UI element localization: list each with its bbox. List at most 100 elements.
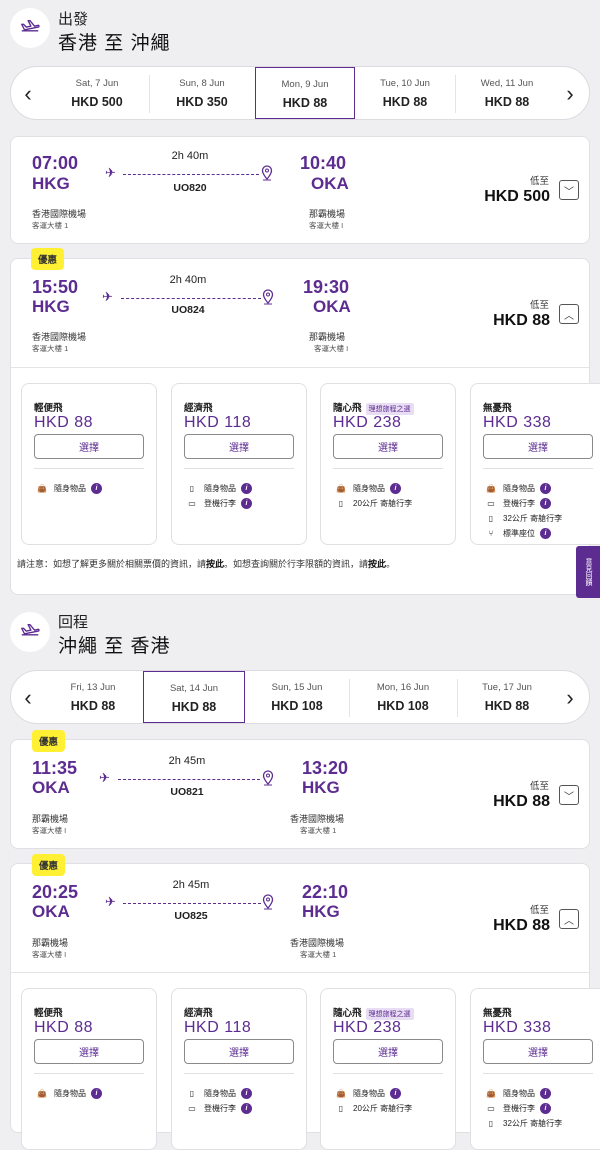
personal-item-bag-icon: 👜	[486, 1088, 496, 1098]
location-pin-icon	[261, 165, 273, 186]
location-pin-icon	[262, 770, 274, 791]
departure-airport: 香港國際機場	[32, 332, 87, 342]
next-date-arrow[interactable]: ›	[555, 67, 585, 119]
info-icon[interactable]: i	[91, 482, 102, 494]
fare-option-premium: 無憂飛 HKD 338 選擇 👜 隨身物品 i ▭ 登機行李 i ▯ 32公斤 寄艙行李	[470, 988, 600, 1150]
date-option-selected[interactable]: Mon, 9 Jun HKD 88	[255, 67, 355, 119]
flight-duration: 2h 40m	[169, 274, 207, 286]
flight-card-expanded: 優惠 20:25 OKA 2h 45m ✈ UO825 22:10 HKG 那霸…	[10, 854, 600, 1150]
seat-icon: ⑂	[488, 528, 494, 538]
departure-terminal: 客運大樓 I	[32, 950, 67, 959]
outbound-route: 香港 至 沖繩	[58, 33, 171, 54]
arrival-code: OKA	[311, 174, 349, 193]
date-option[interactable]: Tue, 10 Jun HKD 88	[355, 67, 455, 119]
flight-duration: 2h 40m	[171, 150, 209, 162]
arrival-airport: 那霸機場	[309, 332, 346, 342]
flight-card[interactable]: 優惠 11:35 OKA 2h 45m ✈ UO821 13:20 HKG 那霸…	[10, 730, 590, 849]
carry-on-luggage-icon: ▭	[188, 498, 196, 508]
info-icon[interactable]: i	[390, 1087, 401, 1099]
personal-item-bag-icon: 👜	[336, 1088, 346, 1098]
feedback-tab[interactable]: 意見回饋	[576, 546, 600, 598]
lowest-price: HKD 88	[493, 312, 550, 329]
info-icon[interactable]: i	[540, 497, 551, 509]
fare-info-link[interactable]: 按此	[206, 559, 224, 569]
fare-price: HKD 118	[184, 1019, 252, 1036]
outbound-section-label: 出發	[58, 11, 89, 28]
personal-item-bag-icon: 👜	[37, 1088, 47, 1098]
select-button[interactable]: 選擇	[333, 1039, 443, 1064]
fare-option-light: 輕便飛 HKD 88 選擇 👜 隨身物品 i	[21, 383, 157, 545]
date-option[interactable]: Mon, 16 Jun HKD 108	[351, 671, 455, 723]
departure-airport: 那霸機場	[32, 814, 69, 824]
select-button[interactable]: 選擇	[333, 434, 443, 459]
arrival-time: 10:40	[300, 153, 347, 173]
fare-price: HKD 238	[333, 414, 402, 431]
date-option[interactable]: Tue, 17 Jun HKD 88	[457, 671, 557, 723]
info-icon[interactable]: i	[540, 527, 551, 539]
select-button[interactable]: 選擇	[34, 434, 144, 459]
arrival-time: 13:20	[302, 758, 349, 778]
departure-terminal: 客運大樓 I	[32, 826, 67, 835]
expand-chevron-icon[interactable]: ﹀	[559, 180, 579, 200]
fare-option-economy: 經濟飛 HKD 118 選擇 ▯ 隨身物品 i ▭ 登機行李 i	[171, 988, 307, 1150]
select-button[interactable]: 選擇	[34, 1039, 144, 1064]
location-pin-icon	[262, 289, 274, 310]
info-icon[interactable]: i	[241, 1087, 252, 1099]
departure-code: HKG	[32, 297, 70, 316]
fare-price: HKD 88	[34, 1019, 94, 1036]
next-date-arrow[interactable]: ›	[555, 671, 585, 723]
fare-option-premium: 無憂飛 HKD 338 選擇 👜 隨身物品 i ▭ 登機行李 i ▯ 32公斤 寄艙行李 …	[470, 383, 600, 545]
fare-option-flex: 隨心飛 理想旅程之選 HKD 238 選擇 👜 隨身物品 i ▯ 20公斤 寄艙行李	[320, 988, 456, 1150]
info-icon[interactable]: i	[540, 482, 551, 494]
date-option[interactable]: Sun, 15 Jun HKD 108	[247, 671, 347, 723]
lowest-price: HKD 500	[484, 188, 550, 205]
arrival-terminal: 客運大樓 1	[300, 826, 337, 835]
collapse-chevron-icon[interactable]: ︿	[559, 909, 579, 929]
return-section-label: 回程	[58, 614, 89, 631]
date-option[interactable]: Fri, 13 Jun HKD 88	[43, 671, 143, 723]
outbound-date-selector: ‹ Sat, 7 Jun HKD 500 Sun, 8 Jun HKD 350 Mo…	[10, 66, 590, 120]
from-price-label: 低至	[529, 905, 549, 916]
info-icon[interactable]: i	[241, 1102, 252, 1114]
departure-terminal: 客運大樓 1	[32, 221, 69, 230]
collapse-chevron-icon[interactable]: ︿	[559, 304, 579, 324]
fare-price: HKD 338	[483, 414, 552, 431]
info-icon[interactable]: i	[241, 482, 252, 494]
info-icon[interactable]: i	[390, 482, 401, 494]
promo-badge: 優惠	[31, 248, 65, 270]
departure-code: HKG	[32, 174, 70, 193]
info-icon[interactable]: i	[241, 497, 252, 509]
personal-item-bag-icon: 👜	[336, 483, 346, 493]
flight-number: UO825	[174, 910, 208, 922]
select-button[interactable]: 選擇	[483, 434, 593, 459]
from-price-label: 低至	[529, 300, 549, 311]
baggage-info-link[interactable]: 按此	[368, 559, 386, 569]
arrival-airport: 香港國際機場	[290, 938, 345, 948]
info-icon[interactable]: i	[540, 1087, 551, 1099]
date-option[interactable]: Sun, 8 Jun HKD 350	[151, 67, 253, 119]
fare-price: HKD 338	[483, 1019, 552, 1036]
arrival-time: 22:10	[302, 882, 349, 902]
personal-item-bag-icon: 👜	[37, 483, 47, 493]
prev-date-arrow[interactable]: ‹	[13, 67, 43, 119]
info-icon[interactable]: i	[91, 1087, 102, 1099]
select-button[interactable]: 選擇	[483, 1039, 593, 1064]
expand-chevron-icon[interactable]: ﹀	[559, 785, 579, 805]
flight-number: UO824	[171, 304, 205, 316]
carry-on-luggage-icon: ▭	[487, 1103, 495, 1113]
prev-date-arrow[interactable]: ‹	[13, 671, 43, 723]
departure-code: OKA	[32, 902, 70, 921]
fare-option-flex: 隨心飛 理想旅程之選 HKD 238 選擇 👜 隨身物品 i ▯ 20公斤 寄艙行李	[320, 383, 456, 545]
date-option[interactable]: Wed, 11 Jun HKD 88	[457, 67, 557, 119]
date-option[interactable]: Sat, 7 Jun HKD 500	[47, 67, 147, 119]
fare-price: HKD 238	[333, 1019, 402, 1036]
return-plane-icon	[10, 612, 50, 652]
carry-on-luggage-icon: ▭	[188, 1103, 196, 1113]
info-icon[interactable]: i	[540, 1102, 551, 1114]
flight-card[interactable]: 07:00 HKG 2h 40m ✈ UO820 10:40 OKA 香港國際機…	[10, 136, 590, 244]
select-button[interactable]: 選擇	[184, 434, 294, 459]
select-button[interactable]: 選擇	[184, 1039, 294, 1064]
arrival-terminal: 客運大樓 I	[314, 344, 349, 353]
date-option-selected[interactable]: Sat, 14 Jun HKD 88	[143, 671, 245, 723]
return-date-selector: ‹ Fri, 13 Jun HKD 88 Sat, 14 Jun HKD 88 Su…	[10, 670, 590, 724]
